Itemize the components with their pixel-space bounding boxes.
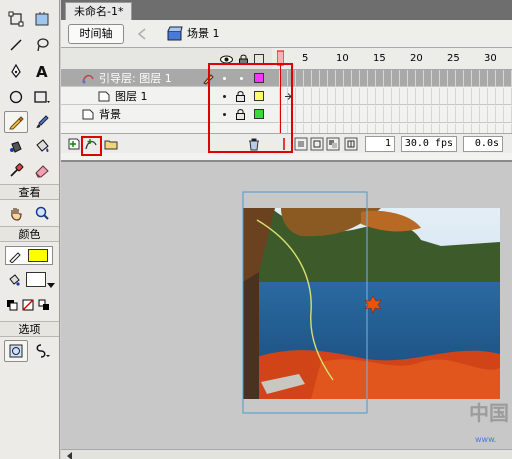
stage-canvas[interactable]: 中国 www. [61, 162, 512, 449]
document-tab-bar: 未命名-1* [61, 0, 512, 20]
edit-bar: 时间轴 场景 1 [61, 20, 512, 48]
options-section-header: 选项 [0, 321, 59, 337]
pencil-stroke-icon [9, 252, 21, 263]
black-white-icon[interactable] [4, 294, 20, 316]
swap-colors-icon[interactable] [36, 294, 52, 316]
chevron-down-icon[interactable] [47, 283, 55, 289]
flash-editor-window: A 查看 颜色 选项 未命名-1* 时间轴 场景 1 引导层: 图层 1 图层 … [0, 0, 512, 459]
zoom-tool-icon[interactable] [30, 202, 54, 224]
ink-bottle-tool-icon[interactable] [4, 135, 28, 157]
frame-grid[interactable]: 5 10 15 20 25 30 [272, 48, 512, 133]
frame-tick-label: 10 [336, 53, 349, 64]
current-frame-field[interactable]: 1 [365, 136, 395, 152]
frame-tick-label: 5 [302, 53, 309, 64]
guide-layer-icon [82, 74, 94, 84]
layer-icon [98, 91, 110, 102]
highlight-box [81, 136, 102, 156]
paint-bucket-tool-icon[interactable] [30, 135, 54, 157]
hand-tool-icon[interactable] [4, 202, 28, 224]
brush-tool-icon[interactable] [30, 111, 54, 133]
frame-row[interactable] [272, 124, 512, 133]
pen-tool-icon[interactable] [4, 60, 28, 82]
fill-color-control[interactable] [5, 246, 53, 265]
watermark-text: 中国 [469, 401, 509, 425]
free-transform-tool-icon[interactable] [4, 8, 28, 30]
colors-section-header: 颜色 [0, 226, 59, 242]
lasso-tool-icon[interactable] [30, 34, 54, 56]
view-section-header: 查看 [0, 184, 59, 200]
eyedropper-tool-icon[interactable] [4, 159, 28, 181]
frame-row[interactable] [272, 106, 512, 123]
edit-multiple-frames-icon[interactable] [326, 137, 340, 151]
document-tab[interactable]: 未命名-1* [65, 2, 133, 20]
layer-name: 引导层: 图层 1 [99, 72, 172, 85]
pencil-tool-icon[interactable] [4, 111, 28, 133]
highlight-box [208, 63, 293, 153]
onion-skin-outlines-icon[interactable] [310, 137, 324, 151]
frame-row[interactable] [272, 70, 512, 87]
no-color-icon[interactable] [20, 294, 36, 316]
fill-color-swatch[interactable] [28, 249, 48, 262]
fill-bucket-small-icon [6, 269, 22, 291]
modify-onion-markers-icon[interactable] [344, 137, 358, 151]
layer-icon [82, 109, 94, 120]
text-tool-icon[interactable]: A [30, 60, 54, 82]
timeline-panel: 引导层: 图层 1 图层 1 背景 5 10 15 20 25 30 1 30.… [61, 48, 512, 160]
onion-skin-icon[interactable] [294, 137, 308, 151]
back-arrow-icon[interactable] [134, 25, 152, 43]
stroke-color-swatch[interactable] [26, 272, 46, 287]
gradient-transform-tool-icon[interactable] [30, 8, 54, 30]
horizontal-scrollbar[interactable] [61, 449, 512, 459]
scroll-left-icon[interactable] [65, 451, 75, 459]
object-drawing-icon[interactable] [4, 340, 28, 362]
insert-layer-icon[interactable] [67, 137, 81, 151]
watermark-url: www. [475, 435, 496, 444]
frame-tick-label: 25 [447, 53, 460, 64]
frame-tick-label: 20 [410, 53, 423, 64]
oval-tool-icon[interactable] [4, 86, 28, 108]
svg-text:A: A [36, 63, 48, 79]
stage-area[interactable]: 中国 www. [61, 160, 512, 459]
timeline-toggle-button[interactable]: 时间轴 [68, 24, 124, 44]
scene-icon [167, 26, 183, 41]
frame-ruler[interactable]: 5 10 15 20 25 30 [272, 48, 512, 70]
pencil-mode-icon[interactable] [30, 340, 54, 362]
frame-tick-label: 15 [373, 53, 386, 64]
scene-label[interactable]: 场景 1 [187, 26, 220, 42]
insert-layer-folder-icon[interactable] [104, 137, 118, 151]
layer-name: 背景 [99, 108, 121, 121]
elapsed-time-field: 0.0s [463, 136, 503, 152]
frame-tick-label: 30 [484, 53, 497, 64]
frame-rate-field[interactable]: 30.0 fps [401, 136, 457, 152]
tools-panel: A 查看 颜色 选项 [0, 0, 60, 459]
line-tool-icon[interactable] [4, 34, 28, 56]
eraser-tool-icon[interactable] [30, 159, 54, 181]
rectangle-tool-icon[interactable] [30, 86, 54, 108]
layer-name: 图层 1 [115, 90, 148, 103]
frame-row[interactable] [272, 88, 512, 105]
